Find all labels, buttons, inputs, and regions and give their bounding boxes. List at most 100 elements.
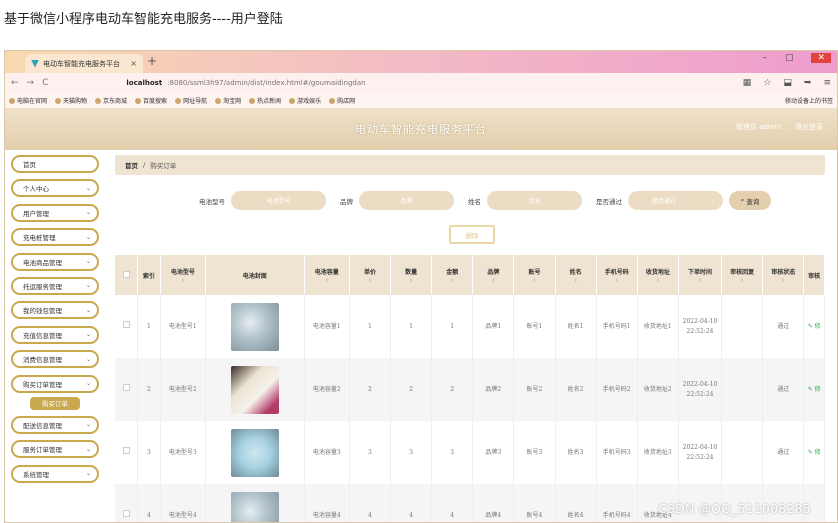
cell-address: 收货地址1 bbox=[637, 295, 679, 358]
cell-account: 账号2 bbox=[513, 358, 556, 421]
bookmarks-bar: 电脑在官网 天猫购物 京东商城 百度搜索 网址导航 淘宝网 热点新闻 游戏娱乐 … bbox=[5, 93, 837, 108]
select-all-checkbox[interactable] bbox=[122, 270, 130, 278]
sidebar-item-delivery[interactable]: 配送信息管理 ⌄ bbox=[11, 415, 99, 434]
qr-code-icon[interactable]: ▦ bbox=[743, 78, 752, 88]
cell-model: 电池型号1 bbox=[160, 295, 206, 358]
menu-icon[interactable]: ≡ bbox=[823, 78, 831, 88]
sort-icon[interactable]: ⇕ bbox=[473, 278, 513, 284]
forward-icon[interactable]: → bbox=[27, 78, 35, 88]
sort-icon[interactable]: ⇕ bbox=[722, 278, 762, 284]
bookmark-item[interactable]: 热点新闻 bbox=[249, 96, 281, 105]
sort-icon[interactable]: ⇕ bbox=[638, 278, 678, 284]
battery-model-input[interactable]: 电池型号 bbox=[231, 191, 326, 210]
row-checkbox[interactable] bbox=[122, 510, 130, 517]
breadcrumb-home[interactable]: 首页 bbox=[125, 160, 138, 170]
column-header[interactable]: 数量 ⇕ bbox=[390, 255, 433, 295]
delete-button[interactable]: 删除 bbox=[449, 225, 495, 244]
sort-icon[interactable]: ⇕ bbox=[763, 278, 803, 284]
sidebar-item-profile[interactable]: 个人中心 ⌄ bbox=[11, 179, 99, 198]
sidebar-item-wallet[interactable]: 我的钱包管理 ⌄ bbox=[11, 301, 99, 320]
edit-action[interactable]: ✎ 修 bbox=[803, 421, 825, 484]
column-header[interactable]: 单价 ⇕ bbox=[349, 255, 392, 295]
admin-link[interactable]: 管理员 admin bbox=[736, 122, 781, 132]
globe-icon bbox=[175, 97, 182, 104]
sort-icon[interactable]: ⇕ bbox=[597, 278, 637, 284]
table-row: 2 电池型号2 电池容量2 2 2 2 品牌2 账号2 姓名2 手机号码2 收货地址2 2022-04… bbox=[115, 358, 825, 421]
brand-input[interactable]: 品牌 bbox=[359, 191, 454, 210]
sidebar-item-system[interactable]: 系统管理 ⌄ bbox=[11, 464, 99, 483]
column-header[interactable]: 下单时间 ⇕ bbox=[678, 255, 723, 295]
sort-icon[interactable]: ⇕ bbox=[350, 278, 390, 284]
chevron-down-icon: ⌄ bbox=[85, 258, 91, 266]
battery-cover-cell bbox=[205, 295, 305, 358]
document-title: 基于微信小程序电动车智能充电服务----用户登陆 bbox=[4, 12, 283, 27]
sidebar-item-charging-piles[interactable]: 充电桩管理 ⌄ bbox=[11, 228, 99, 247]
cell-account: 账号3 bbox=[513, 421, 556, 484]
sidebar-item-users[interactable]: 用户管理 ⌄ bbox=[11, 203, 99, 222]
sort-icon[interactable]: ⇕ bbox=[305, 278, 349, 284]
cell-time: 2022-04-10 22:52:24 bbox=[678, 295, 723, 358]
bookmark-item[interactable]: 购店网 bbox=[329, 96, 355, 105]
edit-action[interactable]: ✎ 修 bbox=[803, 358, 825, 421]
sidebar-subitem-purchase-order[interactable]: 购买订单 bbox=[30, 396, 80, 410]
battery-cover-cell bbox=[205, 421, 305, 484]
column-header-label: 审核 bbox=[808, 272, 821, 280]
column-header-label: 审核状态 bbox=[771, 268, 796, 276]
bookmark-item[interactable]: 电脑在官网 bbox=[9, 96, 47, 105]
column-header: 索引 bbox=[137, 255, 161, 295]
sort-icon[interactable]: ⇕ bbox=[679, 278, 721, 284]
back-icon[interactable]: ← bbox=[11, 78, 19, 88]
column-header[interactable]: 账号 ⇕ bbox=[513, 255, 556, 295]
column-header[interactable]: 收货地址 ⇕ bbox=[637, 255, 679, 295]
sort-icon[interactable]: ⇕ bbox=[161, 278, 205, 284]
edit-action[interactable]: ✎ 修 bbox=[803, 295, 825, 358]
row-checkbox[interactable] bbox=[122, 447, 130, 454]
column-header[interactable]: 品牌 ⇕ bbox=[472, 255, 515, 295]
sort-icon[interactable]: ⇕ bbox=[514, 278, 554, 284]
name-input[interactable]: 姓名 bbox=[487, 191, 582, 210]
share-icon[interactable]: ➥ bbox=[804, 78, 812, 88]
column-header[interactable]: 审核状态 ⇕ bbox=[762, 255, 805, 295]
sidebar-item-recharge[interactable]: 充值信息管理 ⌄ bbox=[11, 325, 99, 344]
close-tab-icon[interactable]: × bbox=[130, 59, 137, 68]
approved-select[interactable]: 是否通过 ⌄ bbox=[628, 191, 723, 210]
sort-icon[interactable]: ⇕ bbox=[556, 278, 596, 284]
mobile-bookmarks[interactable]: 移动设备上的书签 bbox=[785, 96, 833, 105]
close-window-icon[interactable]: ✕ bbox=[811, 53, 831, 63]
extension-icon[interactable]: ⬓ bbox=[783, 78, 792, 88]
bookmark-item[interactable]: 京东商城 bbox=[95, 96, 127, 105]
maximize-icon[interactable]: ▢ bbox=[785, 53, 794, 63]
sidebar-item-battery-products[interactable]: 电池商品管理 ⌄ bbox=[11, 252, 99, 271]
cell-capacity: 电池容量2 bbox=[304, 358, 350, 421]
sort-icon[interactable]: ⇕ bbox=[391, 278, 431, 284]
bookmark-item[interactable]: 百度搜索 bbox=[135, 96, 167, 105]
sidebar-item-towing[interactable]: 托运服务管理 ⌄ bbox=[11, 276, 99, 295]
new-tab-button[interactable]: + bbox=[147, 54, 157, 68]
row-checkbox[interactable] bbox=[122, 321, 130, 328]
column-header[interactable]: 金额 ⇕ bbox=[431, 255, 474, 295]
sidebar-item-home[interactable]: 首页 bbox=[11, 155, 99, 173]
row-checkbox[interactable] bbox=[122, 384, 130, 391]
url-field[interactable]: localhost:8080/ssml3h97/admin/dist/index… bbox=[126, 79, 365, 87]
column-header[interactable]: 审核回复 ⇕ bbox=[721, 255, 764, 295]
column-header[interactable]: 电池容量 ⇕ bbox=[304, 255, 350, 295]
logout-link[interactable]: 退出登录 bbox=[795, 122, 823, 132]
search-button[interactable]: ⌕ 查询 bbox=[729, 191, 771, 210]
column-header[interactable]: 姓名 ⇕ bbox=[555, 255, 597, 295]
bookmark-star-icon[interactable]: ☆ bbox=[763, 78, 771, 88]
column-header[interactable]: 电池型号 ⇕ bbox=[160, 255, 206, 295]
bookmark-item[interactable]: 淘宝网 bbox=[215, 96, 241, 105]
minimize-icon[interactable]: – bbox=[762, 53, 767, 63]
column-header[interactable]: 手机号码 ⇕ bbox=[596, 255, 638, 295]
cell-idx: 1 bbox=[137, 295, 161, 358]
sidebar-item-purchase-orders[interactable]: 购买订单管理 ⌄ bbox=[11, 374, 99, 393]
browser-tab[interactable]: 电动车智能充电服务平台 × bbox=[25, 54, 143, 73]
bookmark-item[interactable]: 游戏娱乐 bbox=[289, 96, 321, 105]
sidebar-item-consumption[interactable]: 消费信息管理 ⌄ bbox=[11, 350, 99, 369]
battery-model-label: 电池型号 bbox=[199, 197, 225, 206]
sort-icon[interactable]: ⇕ bbox=[432, 278, 472, 284]
bookmark-item[interactable]: 天猫购物 bbox=[55, 96, 87, 105]
sidebar-item-service-orders[interactable]: 服务订单管理 ⌄ bbox=[11, 440, 99, 459]
bookmark-item[interactable]: 网址导航 bbox=[175, 96, 207, 105]
reload-icon[interactable]: C bbox=[42, 78, 48, 88]
